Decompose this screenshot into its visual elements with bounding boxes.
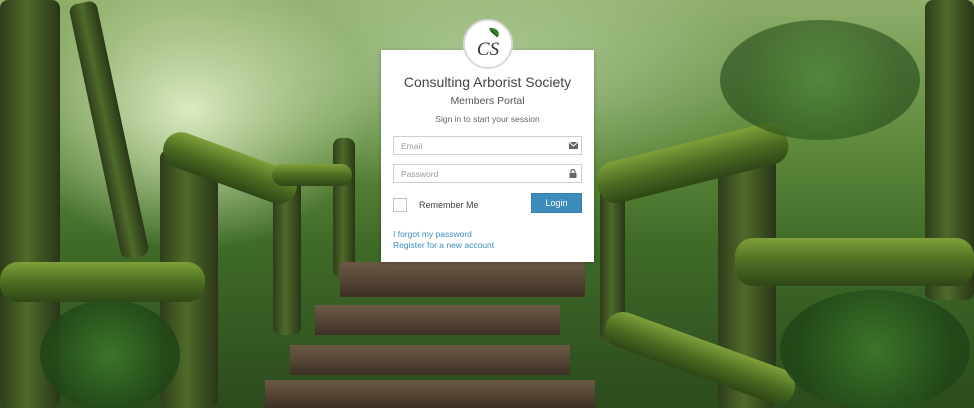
forgot-password-link[interactable]: I forgot my password	[393, 229, 472, 239]
password-input[interactable]	[394, 168, 565, 179]
bridge-plank-3	[290, 345, 570, 375]
register-link[interactable]: Register for a new account	[393, 240, 494, 250]
bridge-plank-4	[265, 380, 595, 408]
page-title: Consulting Arborist Society	[403, 74, 572, 90]
tree-trunk-mid-left	[68, 0, 150, 261]
fern-left	[40, 300, 180, 408]
remember-me-label: Remember Me	[419, 200, 479, 210]
bridge-plank-2	[315, 305, 560, 335]
post-center-left	[333, 138, 355, 278]
svg-text:CS: CS	[477, 39, 500, 60]
rail-right-low	[735, 238, 974, 286]
email-field[interactable]	[393, 136, 582, 155]
bridge-plank-1	[340, 262, 585, 297]
rail-left-low	[0, 262, 205, 302]
fern-right	[780, 290, 970, 408]
email-input[interactable]	[394, 140, 565, 151]
envelope-icon	[565, 142, 581, 149]
foliage-top-right	[720, 20, 920, 140]
society-logo: CS	[463, 19, 513, 69]
portal-subtitle: Members Portal	[450, 95, 525, 107]
leaf-logo-icon: CS	[477, 27, 500, 60]
lock-icon	[565, 169, 581, 178]
signin-tagline: Sign in to start your session	[435, 114, 540, 124]
login-button[interactable]: Login	[531, 193, 582, 213]
password-field[interactable]	[393, 164, 582, 183]
remember-me-checkbox[interactable]	[393, 198, 407, 212]
rail-center-left	[272, 164, 352, 186]
